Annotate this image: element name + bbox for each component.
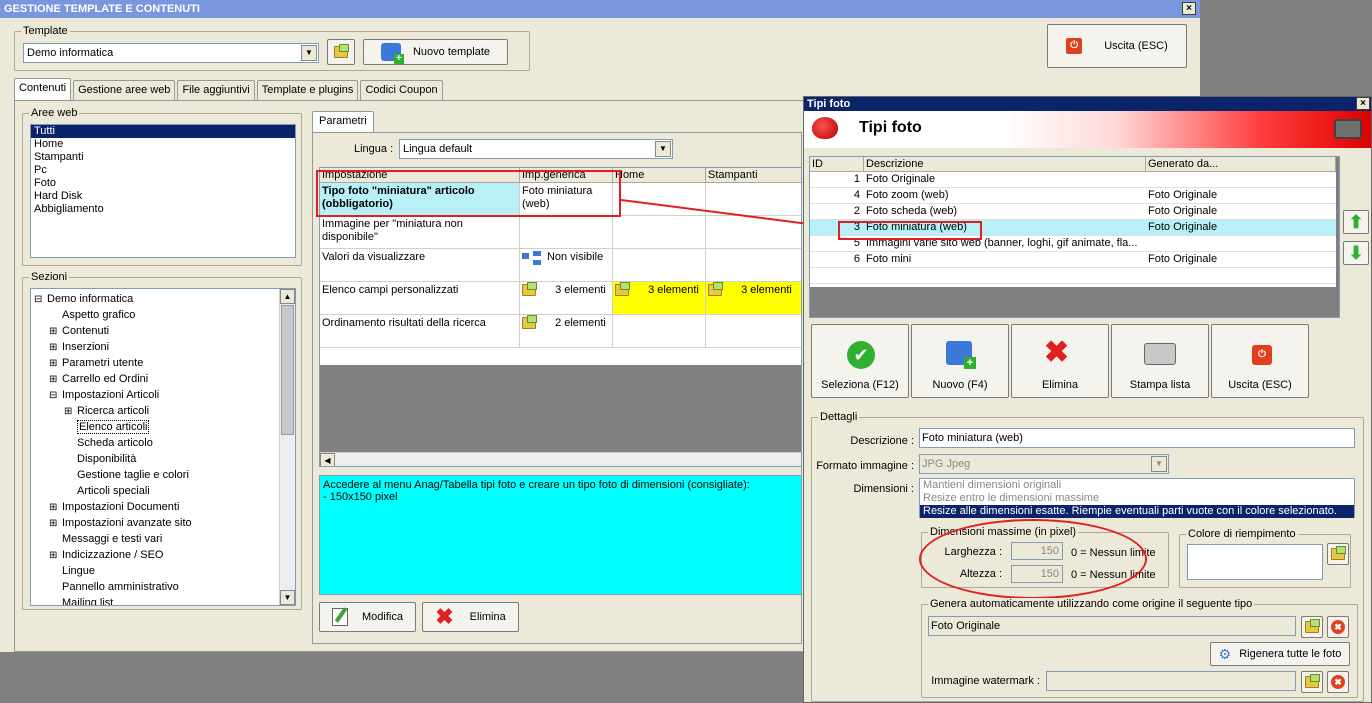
- tipi-header-title: Tipi foto: [859, 119, 922, 136]
- watermark-label: Immagine watermark :: [931, 675, 1040, 687]
- tipi-cell-id: 6: [853, 253, 860, 265]
- table-row[interactable]: 4 Foto zoom (web) Foto Originale: [810, 188, 1336, 204]
- table-row-empty: [810, 268, 1336, 284]
- tipi-cell-desc: Foto mini: [866, 253, 912, 265]
- elimina-tipo-button[interactable]: ✖ Elimina: [1011, 324, 1109, 398]
- strawberry-icon: [812, 117, 838, 139]
- genera-input[interactable]: Foto Originale: [928, 616, 1296, 636]
- annotation-box-tipi: [838, 221, 982, 240]
- tipi-col-id[interactable]: ID: [810, 157, 864, 172]
- tipi-cell-gen: Foto Originale: [1148, 221, 1218, 233]
- clear-icon: ✖: [1331, 675, 1345, 689]
- seleziona-label: Seleziona (F12): [821, 379, 899, 391]
- dimensioni-option-originali[interactable]: Mantieni dimensioni originali: [920, 479, 1354, 492]
- uscita-label: Uscita (ESC): [1228, 379, 1292, 391]
- descrizione-input[interactable]: Foto miniatura (web): [919, 428, 1355, 448]
- move-up-button[interactable]: ⬆: [1343, 210, 1369, 234]
- tipi-cell-id: 1: [853, 173, 860, 185]
- dimensioni-option-massime[interactable]: Resize entro le dimensioni massime: [920, 492, 1354, 505]
- folder-icon: [1331, 546, 1346, 560]
- folder-icon: [1305, 674, 1320, 688]
- colore-picker-button[interactable]: [1327, 543, 1349, 565]
- seleziona-button[interactable]: ✔ Seleziona (F12): [811, 324, 909, 398]
- camera-icon: [1334, 119, 1362, 139]
- tipi-cell-desc: Foto Originale: [866, 173, 936, 185]
- tipi-foto-window: Tipi foto × Tipi foto ID Descrizione Gen…: [803, 96, 1372, 703]
- genera-folder-button[interactable]: [1301, 616, 1323, 638]
- tipi-cell-gen: Foto Originale: [1148, 205, 1218, 217]
- check-icon: ✔: [847, 341, 875, 369]
- stampa-lista-button[interactable]: Stampa lista: [1111, 324, 1209, 398]
- tipi-cell-desc: Foto scheda (web): [866, 205, 958, 217]
- genera-label: Genera automaticamente utilizzando come …: [928, 598, 1255, 610]
- rigenera-button[interactable]: ⚙ Rigenera tutte le foto: [1210, 642, 1350, 666]
- watermark-folder-button[interactable]: [1301, 671, 1323, 693]
- arrow-down-icon: ⬇: [1348, 242, 1364, 263]
- colore-swatch[interactable]: [1187, 544, 1323, 580]
- tipi-col-generato[interactable]: Generato da...: [1146, 157, 1336, 172]
- uscita-button[interactable]: ⏻ Uscita (ESC): [1211, 324, 1309, 398]
- clear-icon: ✖: [1331, 620, 1345, 634]
- gear-icon: ⚙: [1218, 645, 1232, 662]
- delete-icon: ✖: [1044, 336, 1070, 369]
- tipi-window-title: Tipi foto: [804, 97, 1371, 111]
- formato-select[interactable]: JPG Jpeg ▼: [919, 454, 1169, 474]
- annotation-ellipse: [919, 519, 1147, 599]
- dimensioni-option-esatte[interactable]: Resize alle dimensioni esatte. Riempie e…: [920, 505, 1354, 518]
- genera-clear-button[interactable]: ✖: [1327, 616, 1349, 638]
- dimensioni-label: Dimensioni :: [853, 483, 914, 495]
- folder-icon: [1305, 619, 1320, 633]
- table-row[interactable]: 1 Foto Originale: [810, 172, 1336, 188]
- rigenera-label: Rigenera tutte le foto: [1239, 648, 1342, 660]
- tipi-close-button[interactable]: ×: [1356, 97, 1370, 110]
- tipi-col-descrizione[interactable]: Descrizione: [864, 157, 1146, 172]
- dimensioni-list[interactable]: Mantieni dimensioni originali Resize ent…: [919, 478, 1355, 518]
- power-icon: ⏻: [1252, 345, 1272, 365]
- table-row[interactable]: 6 Foto mini Foto Originale: [810, 252, 1336, 268]
- tipi-cell-gen: Foto Originale: [1148, 253, 1218, 265]
- table-row[interactable]: 2 Foto scheda (web) Foto Originale: [810, 204, 1336, 220]
- nuovo-button[interactable]: + Nuovo (F4): [911, 324, 1009, 398]
- descrizione-label: Descrizione :: [850, 435, 914, 447]
- tipi-cell-desc: Foto zoom (web): [866, 189, 949, 201]
- watermark-input[interactable]: [1046, 671, 1296, 691]
- printer-icon: [1144, 343, 1176, 365]
- arrow-up-icon: ⬆: [1348, 211, 1364, 232]
- tipi-cell-id: 4: [853, 189, 860, 201]
- tipi-header-banner: Tipi foto: [804, 111, 1371, 148]
- move-down-button[interactable]: ⬇: [1343, 241, 1369, 265]
- elimina-tipo-label: Elimina: [1041, 379, 1079, 391]
- tipi-cell-id: 2: [853, 205, 860, 217]
- dettagli-label: Dettagli: [818, 411, 860, 423]
- plus-icon: +: [964, 357, 976, 369]
- tipi-cell-gen: Foto Originale: [1148, 189, 1218, 201]
- chevron-down-icon[interactable]: ▼: [1151, 456, 1167, 472]
- stampa-lista-label: Stampa lista: [1129, 379, 1191, 391]
- watermark-clear-button[interactable]: ✖: [1327, 671, 1349, 693]
- formato-label: Formato immagine :: [816, 460, 914, 472]
- colore-label: Colore di riempimento: [1186, 528, 1298, 540]
- nuovo-label: Nuovo (F4): [932, 379, 988, 391]
- formato-value: JPG Jpeg: [922, 458, 971, 470]
